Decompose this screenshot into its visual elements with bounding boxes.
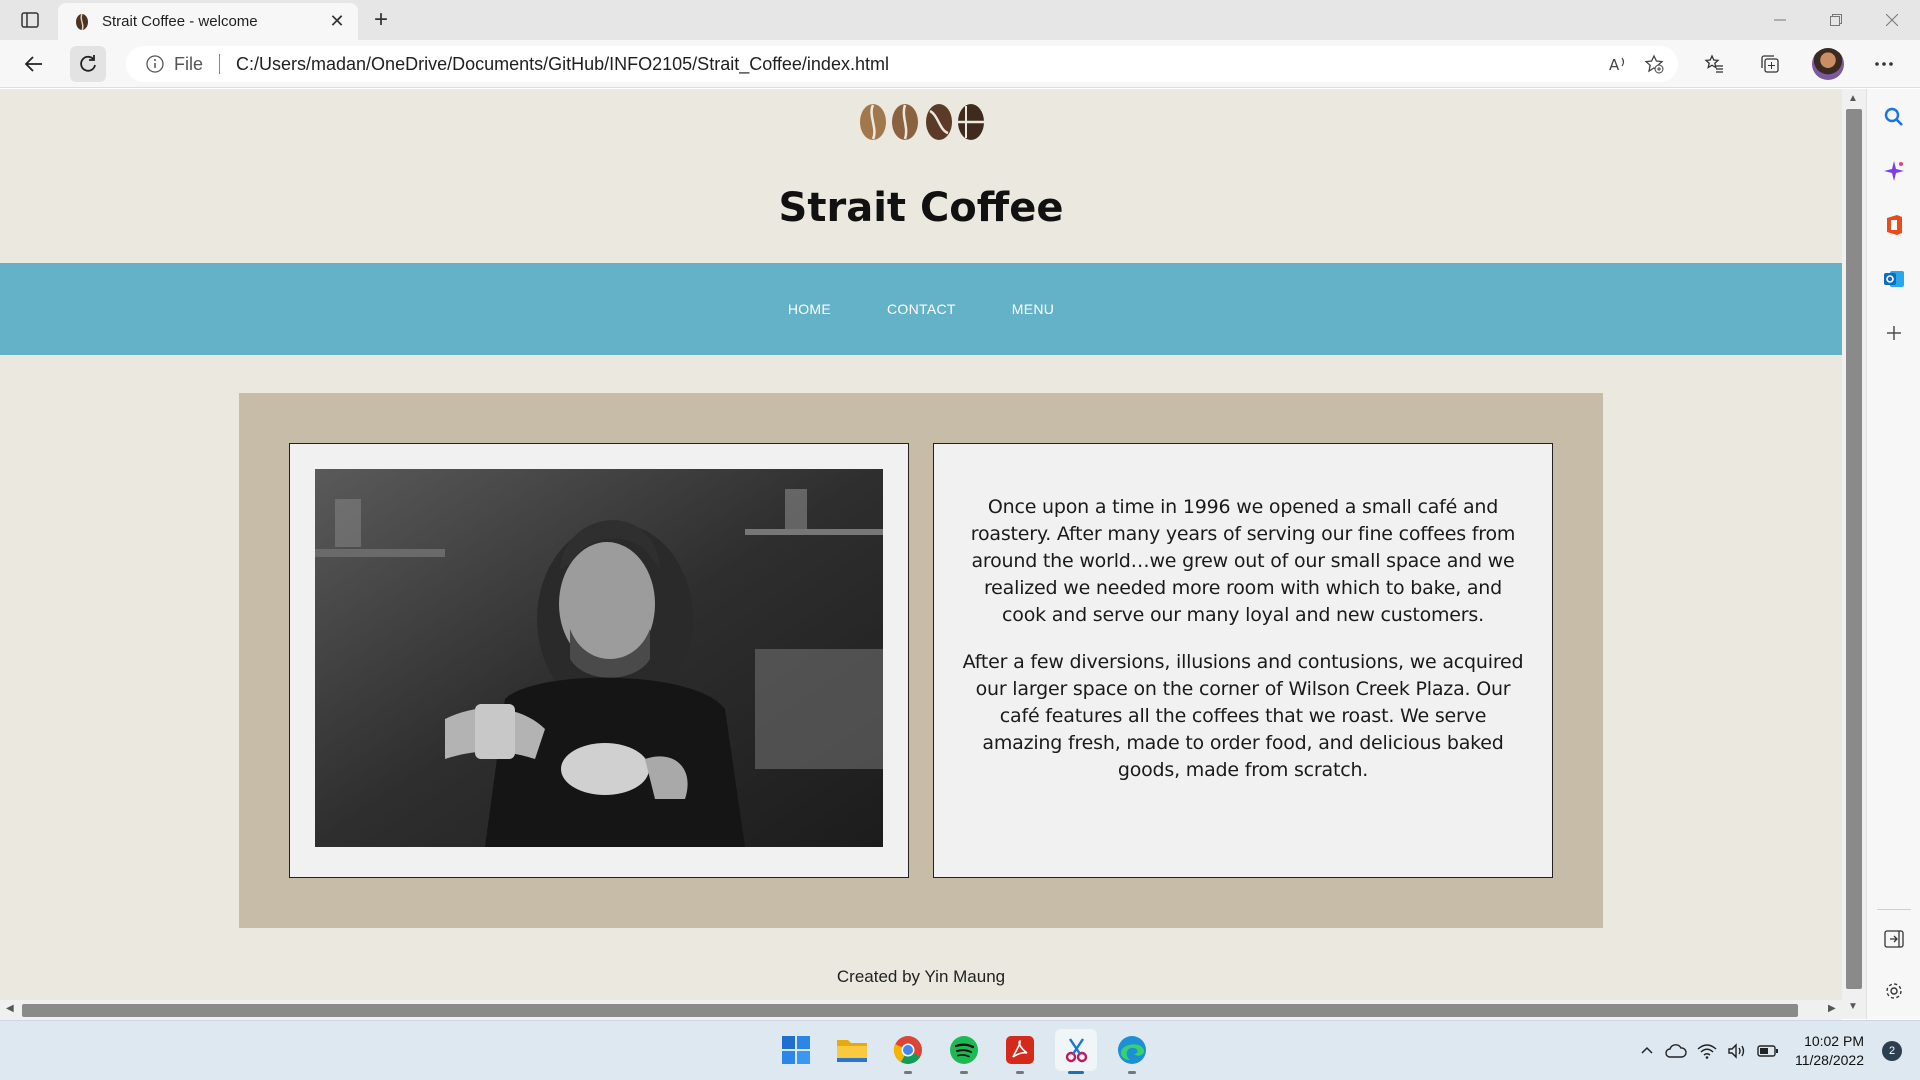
add-favorite-icon[interactable] xyxy=(1644,54,1664,74)
restore-icon[interactable] xyxy=(1808,0,1864,40)
file-explorer-icon[interactable] xyxy=(831,1029,873,1071)
coffee-bean-icon xyxy=(76,13,88,30)
nav-menu-link[interactable]: MENU xyxy=(1012,301,1054,317)
edge-icon[interactable] xyxy=(1111,1029,1153,1074)
more-options-icon[interactable] xyxy=(1866,46,1902,82)
hide-sidebar-icon[interactable] xyxy=(1878,923,1910,955)
barista-photo xyxy=(315,469,883,847)
scroll-down-icon[interactable]: ▼ xyxy=(1848,1001,1858,1012)
chevron-up-icon[interactable] xyxy=(1639,1043,1655,1059)
horizontal-scroll-thumb[interactable] xyxy=(22,1004,1798,1017)
tab-actions-icon[interactable] xyxy=(12,6,48,34)
horizontal-scrollbar[interactable]: ◀ ▶ xyxy=(0,1000,1842,1020)
close-tab-icon[interactable]: ✕ xyxy=(326,11,348,33)
nav-home-link[interactable]: HOME xyxy=(788,301,831,317)
nav-contact-link[interactable]: CONTACT xyxy=(887,301,956,317)
info-icon[interactable] xyxy=(146,55,164,73)
office-icon[interactable] xyxy=(1878,209,1910,241)
settings-gear-icon[interactable] xyxy=(1878,975,1910,1007)
file-scheme-label: File xyxy=(174,53,204,74)
collections-icon[interactable] xyxy=(1752,46,1788,82)
site-title: Strait Coffee xyxy=(778,185,1064,231)
back-arrow-icon[interactable] xyxy=(16,46,52,82)
vertical-scroll-thumb[interactable] xyxy=(1846,109,1862,989)
acrobat-icon[interactable] xyxy=(999,1029,1041,1074)
wifi-icon[interactable] xyxy=(1697,1043,1717,1059)
content-section: Once upon a time in 1996 we opened a sma… xyxy=(239,393,1603,928)
taskbar-apps xyxy=(775,1029,1153,1074)
new-tab-button[interactable]: + xyxy=(366,6,396,34)
read-aloud-icon[interactable]: A xyxy=(1608,54,1628,74)
svg-text:A: A xyxy=(1609,56,1620,74)
spotify-icon[interactable] xyxy=(943,1029,985,1074)
clock-date: 11/28/2022 xyxy=(1794,1052,1864,1068)
browser-toolbar: File C:/Users/madan/OneDrive/Documents/G… xyxy=(0,40,1920,88)
url-text[interactable]: C:/Users/madan/OneDrive/Documents/GitHub… xyxy=(236,54,889,75)
notification-badge[interactable]: 2 xyxy=(1882,1041,1902,1061)
search-icon[interactable] xyxy=(1878,101,1910,133)
story-paragraph: Once upon a time in 1996 we opened a sma… xyxy=(970,496,1516,626)
main-nav: HOME CONTACT MENU xyxy=(0,263,1842,355)
outlook-icon[interactable] xyxy=(1878,263,1910,295)
system-tray: 10:02 PM 11/28/2022 2 xyxy=(1639,1021,1920,1080)
scroll-right-icon[interactable]: ▶ xyxy=(1828,1003,1836,1014)
footer-credit: Created by Yin Maung xyxy=(836,967,1006,986)
window-controls xyxy=(1752,0,1920,40)
minimize-icon[interactable] xyxy=(1752,0,1808,40)
onedrive-cloud-icon[interactable] xyxy=(1665,1043,1687,1059)
story-panel: Once upon a time in 1996 we opened a sma… xyxy=(933,443,1553,878)
discover-sparkle-icon[interactable] xyxy=(1878,155,1910,187)
sidebar-divider xyxy=(1877,909,1911,910)
battery-icon[interactable] xyxy=(1757,1044,1779,1058)
page-viewport: Strait Coffee HOME CONTACT MENU Once upo… xyxy=(0,89,1842,1019)
story-paragraph: After a few diversions, illusions and co… xyxy=(962,651,1524,781)
windows-taskbar: 10:02 PM 11/28/2022 2 xyxy=(0,1020,1920,1080)
photo-panel xyxy=(289,443,909,878)
clock[interactable]: 10:02 PM 11/28/2022 xyxy=(1795,1032,1864,1070)
refresh-icon[interactable] xyxy=(70,46,106,82)
snipping-tool-icon[interactable] xyxy=(1055,1029,1097,1074)
close-window-icon[interactable] xyxy=(1864,0,1920,40)
active-tab[interactable]: Strait Coffee - welcome ✕ xyxy=(58,3,358,40)
profile-avatar[interactable] xyxy=(1812,48,1844,80)
browser-tab-bar: Strait Coffee - welcome ✕ + xyxy=(0,0,1920,40)
favorites-icon[interactable] xyxy=(1696,46,1732,82)
coffee-beans-logo xyxy=(860,104,984,140)
start-icon[interactable] xyxy=(775,1029,817,1071)
address-bar[interactable]: File C:/Users/madan/OneDrive/Documents/G… xyxy=(126,46,1678,82)
scroll-left-icon[interactable]: ◀ xyxy=(6,1003,14,1014)
edge-sidebar xyxy=(1866,89,1920,1019)
address-bar-actions: A xyxy=(1608,54,1664,74)
address-separator xyxy=(219,54,221,74)
chrome-icon[interactable] xyxy=(887,1029,929,1074)
clock-time: 10:02 PM xyxy=(1804,1033,1864,1049)
tab-title: Strait Coffee - welcome xyxy=(102,13,258,30)
scroll-up-icon[interactable]: ▲ xyxy=(1848,93,1858,104)
volume-icon[interactable] xyxy=(1727,1043,1747,1059)
add-sidebar-app-icon[interactable] xyxy=(1878,317,1910,349)
vertical-scrollbar[interactable]: ▲ ▼ xyxy=(1842,89,1866,1019)
